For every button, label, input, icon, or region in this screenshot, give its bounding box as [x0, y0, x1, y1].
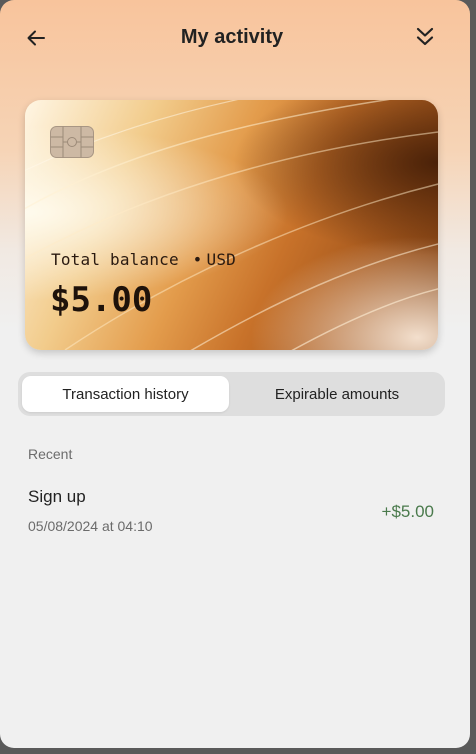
transaction-row[interactable]: Sign up 05/08/2024 at 04:10 +$5.00: [0, 480, 464, 542]
header: My activity: [0, 0, 470, 76]
transaction-date: 05/08/2024 at 04:10: [28, 518, 153, 534]
double-chevron-down-icon: [416, 27, 434, 46]
tab-transaction-history[interactable]: Transaction history: [22, 376, 229, 412]
activity-tabs: Transaction history Expirable amounts: [18, 372, 445, 416]
balance-label: Total balance • USD: [51, 250, 236, 269]
app-screen: My activity Total balance • USD $5.00 Tr…: [0, 0, 470, 748]
balance-label-text: Total balance: [51, 250, 179, 269]
transaction-name: Sign up: [28, 487, 86, 506]
balance-card: Total balance • USD $5.00: [25, 100, 438, 350]
page-title: My activity: [180, 26, 284, 48]
currency-code: USD: [206, 250, 237, 269]
tab-expirable-amounts[interactable]: Expirable amounts: [233, 376, 441, 412]
collapse-button[interactable]: [410, 22, 440, 52]
card-chip-icon: [50, 126, 94, 158]
label-separator: •: [192, 250, 203, 269]
section-label-recent: Recent: [28, 446, 73, 462]
transaction-amount: +$5.00: [381, 502, 434, 521]
balance-amount: $5.00: [50, 280, 153, 320]
